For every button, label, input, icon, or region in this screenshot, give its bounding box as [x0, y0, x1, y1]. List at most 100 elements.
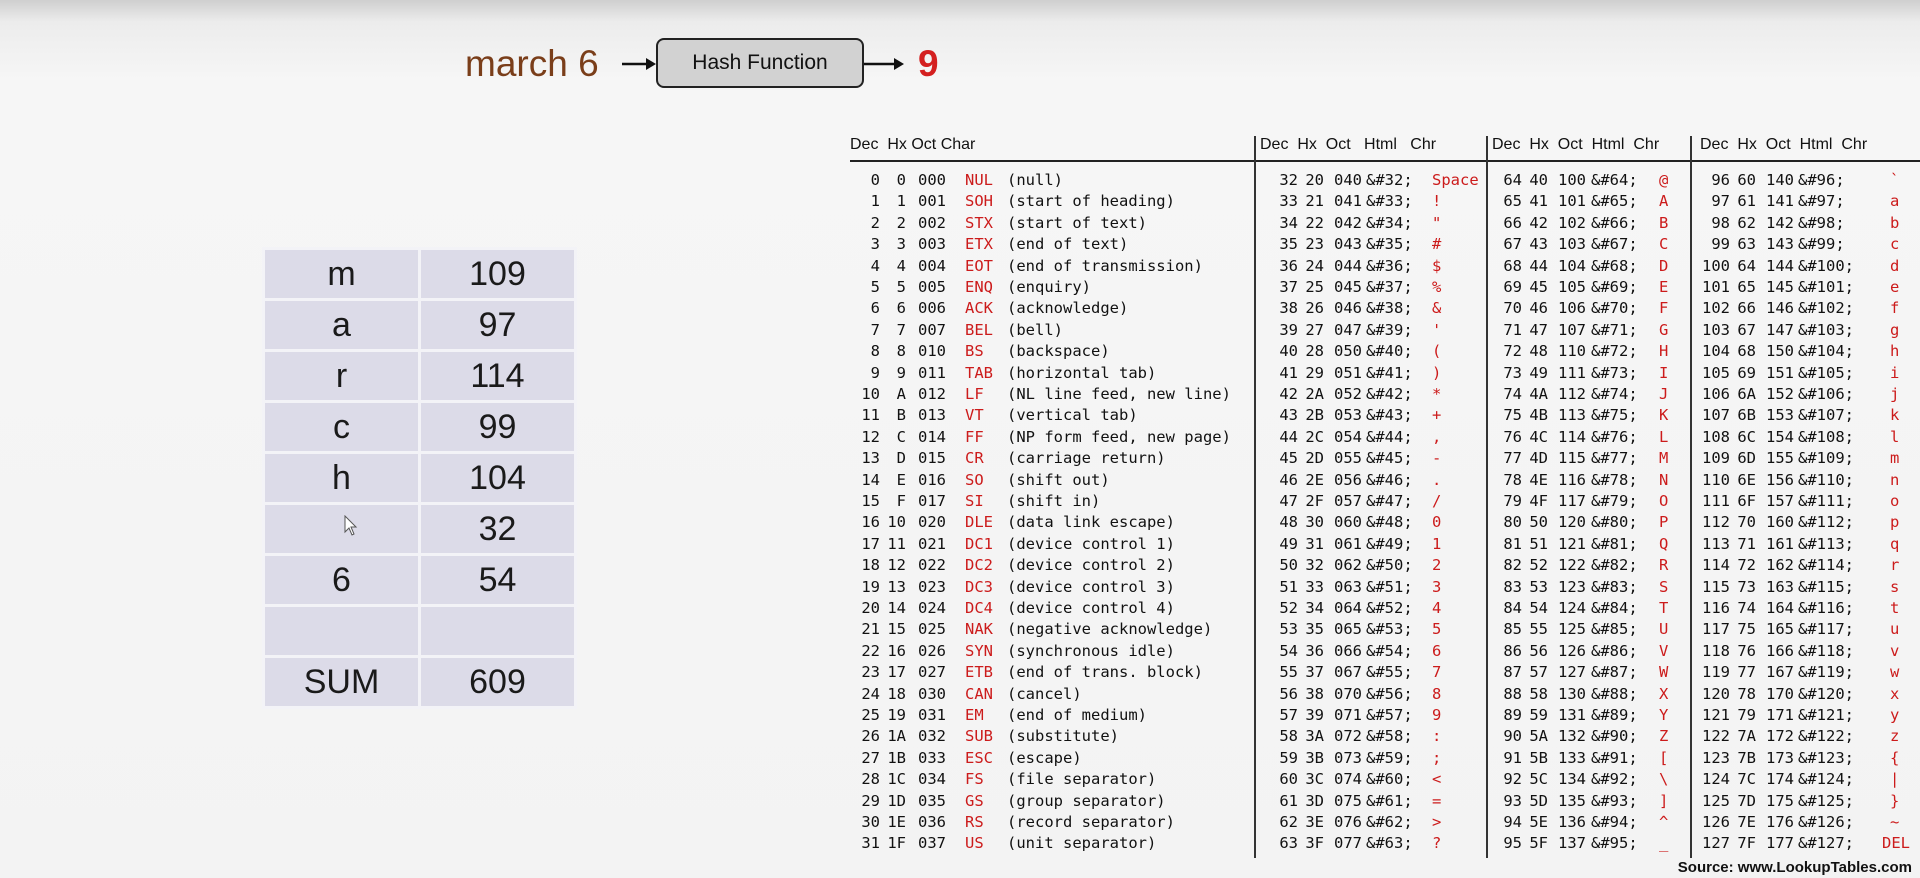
html-entity: &#106; [1798, 385, 1854, 403]
dec-value: 7 [870, 320, 880, 339]
char-glyph: f [1890, 299, 1900, 318]
dec-value: 32 [1279, 171, 1298, 189]
dec-value: 30 [861, 813, 880, 831]
hex-value: 33 [1305, 577, 1324, 596]
oct-value: 173 [1766, 748, 1794, 767]
hex-value: 35 [1305, 620, 1324, 639]
code-cell: 609 [421, 658, 574, 706]
control-abbrev: DC4 [965, 599, 993, 617]
oct-value: 060 [1334, 513, 1362, 532]
hex-value: 1E [887, 813, 906, 831]
char-glyph: % [1432, 278, 1442, 296]
char-glyph: e [1890, 278, 1900, 296]
char-glyph: } [1890, 791, 1900, 810]
oct-value: 077 [1334, 834, 1362, 853]
oct-value: 156 [1766, 470, 1794, 489]
char-glyph: + [1432, 406, 1442, 425]
char-glyph: # [1432, 235, 1442, 254]
oct-value: 061 [1334, 534, 1362, 553]
control-description: (record separator) [1007, 813, 1175, 831]
char-glyph: \ [1659, 770, 1669, 789]
hex-value: 3 [896, 235, 906, 254]
html-entity: &#46; [1366, 470, 1413, 489]
dec-value: 14 [861, 470, 880, 489]
hex-value: 32 [1305, 556, 1324, 575]
html-entity: &#101; [1798, 278, 1854, 296]
hex-value: 68 [1737, 342, 1756, 361]
ascii-row: 21 15 025 NAK (negative acknowledge) 53 35 065 &… [850, 619, 1920, 640]
hex-value: 2A [1305, 385, 1324, 403]
char-cell [265, 505, 418, 553]
dec-value: 103 [1702, 320, 1730, 339]
char-glyph: < [1432, 770, 1442, 789]
dec-value: 102 [1702, 299, 1730, 318]
oct-value: 146 [1766, 299, 1794, 318]
oct-value: 010 [918, 342, 946, 361]
dec-value: 11 [861, 406, 880, 425]
dec-value: 114 [1702, 556, 1730, 575]
hex-value: 1D [887, 791, 906, 810]
html-entity: &#117; [1798, 620, 1854, 639]
dec-value: 122 [1702, 727, 1730, 746]
char-glyph: p [1890, 513, 1900, 532]
dec-value: 126 [1702, 813, 1730, 831]
oct-value: 107 [1558, 320, 1586, 339]
dec-value: 59 [1279, 748, 1298, 767]
html-entity: &#93; [1591, 791, 1638, 810]
html-entity: &#67; [1591, 235, 1638, 254]
char-cell: SUM [265, 658, 418, 706]
char-glyph: = [1432, 791, 1442, 810]
char-glyph: w [1890, 663, 1900, 682]
char-glyph: 8 [1432, 684, 1442, 703]
control-abbrev: ACK [965, 299, 993, 318]
hex-value: 23 [1305, 235, 1324, 254]
dec-value: 106 [1702, 385, 1730, 403]
html-entity: &#37; [1366, 278, 1413, 296]
oct-value: 005 [918, 278, 946, 296]
hash-function-label: Hash Function [692, 51, 828, 74]
dec-value: 51 [1279, 577, 1298, 596]
oct-value: 045 [1334, 278, 1362, 296]
hex-value: 5B [1529, 748, 1548, 767]
hex-value: 72 [1737, 556, 1756, 575]
char-glyph: A [1659, 192, 1669, 211]
html-entity: &#62; [1366, 813, 1413, 831]
char-glyph: 0 [1432, 513, 1442, 532]
char-glyph: N [1659, 470, 1669, 489]
char-glyph: M [1659, 449, 1669, 468]
oct-value: 160 [1766, 513, 1794, 532]
dec-value: 1 [870, 192, 880, 211]
char-glyph: H [1659, 342, 1669, 361]
html-entity: &#127; [1798, 834, 1854, 853]
char-glyph: G [1659, 320, 1669, 339]
oct-value: 017 [918, 492, 946, 510]
hex-value: 34 [1305, 599, 1324, 617]
dec-value: 88 [1503, 684, 1522, 703]
oct-value: 152 [1766, 385, 1794, 403]
oct-value: 112 [1558, 385, 1586, 403]
dec-value: 62 [1279, 813, 1298, 831]
html-entity: &#116; [1798, 599, 1854, 617]
dec-value: 24 [861, 684, 880, 703]
html-entity: &#86; [1591, 641, 1638, 660]
control-abbrev: ETB [965, 663, 993, 682]
hex-value: 79 [1737, 706, 1756, 724]
control-description: (negative acknowledge) [1007, 620, 1213, 639]
char-glyph: x [1890, 684, 1900, 703]
html-entity: &#97; [1798, 192, 1845, 211]
char-glyph: : [1432, 727, 1442, 746]
oct-value: 036 [918, 813, 946, 831]
control-abbrev: ENQ [965, 278, 993, 296]
hex-value: 4B [1529, 406, 1548, 425]
oct-value: 140 [1766, 171, 1794, 189]
hex-value: 4E [1529, 470, 1548, 489]
dec-value: 68 [1503, 256, 1522, 275]
oct-value: 007 [918, 320, 946, 339]
oct-value: 071 [1334, 706, 1362, 724]
char-glyph: _ [1659, 834, 1669, 853]
hex-value: 2 [896, 213, 906, 232]
dec-value: 101 [1702, 278, 1730, 296]
char-table-row: r 114 [265, 352, 574, 400]
char-glyph: { [1890, 748, 1900, 767]
hex-value: 49 [1529, 363, 1548, 382]
